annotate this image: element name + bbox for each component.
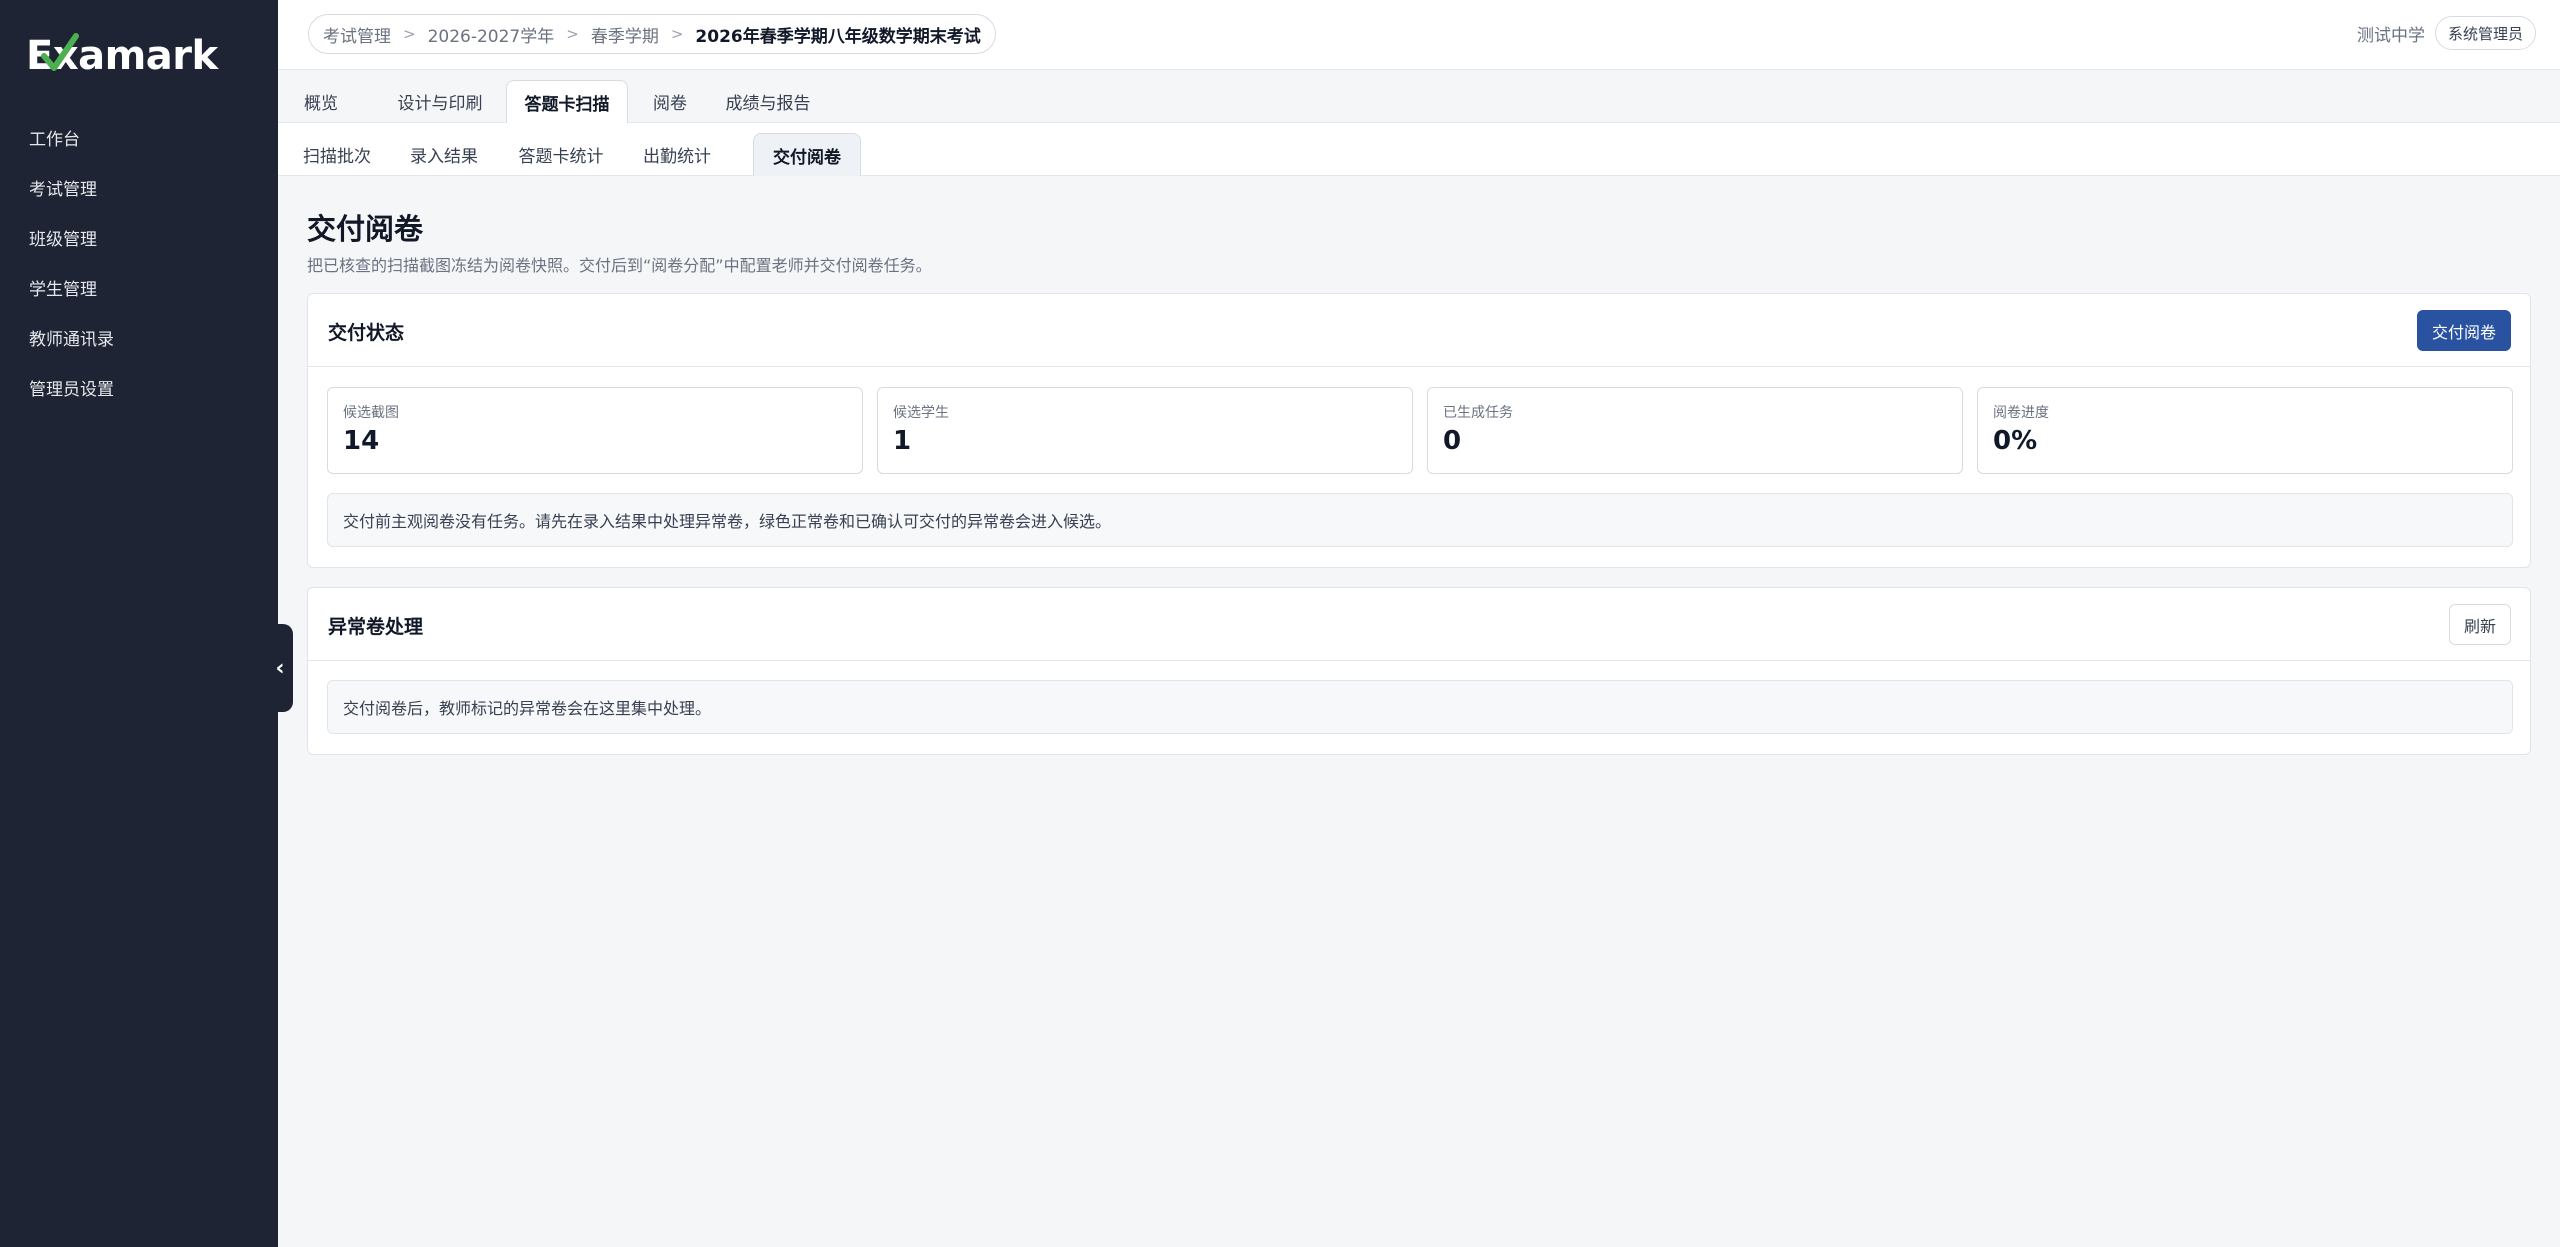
stat-label: 候选截图 xyxy=(343,405,399,421)
tab-design-print[interactable]: 设计与印刷 xyxy=(388,80,492,123)
page-title: 交付阅卷 xyxy=(307,212,424,246)
app-logo[interactable]: Examark xyxy=(26,28,226,84)
exception-handling-card: 异常卷处理 刷新 交付阅卷后，教师标记的异常卷会在这里集中处理。 xyxy=(307,587,2531,755)
main-tabs: 概览 设计与印刷 答题卡扫描 阅卷 成绩与报告 xyxy=(278,70,2560,124)
sub-tabs: 扫描批次 录入结果 答题卡统计 出勤统计 交付阅卷 xyxy=(278,123,2560,176)
breadcrumb-separator: > xyxy=(670,25,684,43)
stat-generated-tasks: 已生成任务 0 xyxy=(1427,387,1963,474)
page-description: 把已核查的扫描截图冻结为阅卷快照。交付后到“阅卷分配”中配置老师并交付阅卷任务。 xyxy=(307,256,932,275)
sidebar-item-class-management[interactable]: 班级管理 xyxy=(0,212,278,262)
delivery-status-card: 交付状态 交付阅卷 候选截图 14 候选学生 1 已生成任务 0 阅卷进度 0%… xyxy=(307,293,2531,568)
subtab-entry-results[interactable]: 录入结果 xyxy=(403,133,485,176)
stat-marking-progress: 阅卷进度 0% xyxy=(1977,387,2513,474)
breadcrumb-separator: > xyxy=(403,25,416,43)
subtab-sheet-statistics[interactable]: 答题卡统计 xyxy=(510,133,612,176)
role-badge[interactable]: 系统管理员 xyxy=(2434,16,2536,50)
breadcrumb-separator: > xyxy=(566,25,579,43)
breadcrumb-item[interactable]: 春季学期 xyxy=(591,22,659,47)
tab-answer-sheet-scan[interactable]: 答题卡扫描 xyxy=(506,80,628,124)
tab-marking[interactable]: 阅卷 xyxy=(640,80,700,123)
stat-value: 0 xyxy=(1443,426,1462,456)
subtab-scan-batches[interactable]: 扫描批次 xyxy=(296,133,378,176)
stat-label: 阅卷进度 xyxy=(1993,405,2049,421)
stat-value: 0% xyxy=(1993,426,2038,456)
stat-label: 候选学生 xyxy=(893,405,949,421)
card-title: 交付状态 xyxy=(328,322,405,344)
deliver-marking-button[interactable]: 交付阅卷 xyxy=(2416,310,2511,351)
breadcrumb-item[interactable]: 考试管理 xyxy=(323,22,391,47)
stat-value: 1 xyxy=(893,426,912,456)
sidebar-item-teacher-directory[interactable]: 教师通讯录 xyxy=(0,312,278,362)
card-header: 异常卷处理 刷新 xyxy=(308,588,2530,661)
subtab-deliver-marking[interactable]: 交付阅卷 xyxy=(753,133,861,176)
delivery-notice: 交付前主观阅卷没有任务。请先在录入结果中处理异常卷，绿色正常卷和已确认可交付的异… xyxy=(327,493,2513,547)
subtab-attendance-statistics[interactable]: 出勤统计 xyxy=(636,133,718,176)
stat-candidate-screenshots: 候选截图 14 xyxy=(327,387,863,474)
sidebar-collapse-button[interactable]: ‹ xyxy=(267,624,293,712)
sidebar-item-student-management[interactable]: 学生管理 xyxy=(0,262,278,312)
card-header: 交付状态 交付阅卷 xyxy=(308,294,2530,367)
breadcrumb-current: 2026年春季学期八年级数学期末考试 xyxy=(695,26,981,47)
tab-scores-reports[interactable]: 成绩与报告 xyxy=(715,80,821,123)
top-header: 考试管理 > 2026-2027学年 > 春季学期 > 2026年春季学期八年级… xyxy=(278,0,2560,70)
sidebar: Examark 工作台 考试管理 班级管理 学生管理 教师通讯录 管理员设置 xyxy=(0,0,278,1247)
exception-notice: 交付阅卷后，教师标记的异常卷会在这里集中处理。 xyxy=(327,680,2513,734)
breadcrumb: 考试管理 > 2026-2027学年 > 春季学期 > 2026年春季学期八年级… xyxy=(308,14,996,54)
school-name: 测试中学 xyxy=(2356,25,2425,46)
sidebar-item-exam-management[interactable]: 考试管理 xyxy=(0,162,278,212)
tab-overview[interactable]: 概览 xyxy=(296,80,346,123)
chevron-left-icon: ‹ xyxy=(275,655,285,681)
stat-candidate-students: 候选学生 1 xyxy=(877,387,1413,474)
sidebar-item-admin-settings[interactable]: 管理员设置 xyxy=(0,362,278,412)
card-title: 异常卷处理 xyxy=(328,616,424,638)
stats-row: 候选截图 14 候选学生 1 已生成任务 0 阅卷进度 0% xyxy=(327,387,2513,474)
user-info: 测试中学 系统管理员 xyxy=(2357,16,2536,50)
checkmark-icon xyxy=(41,33,79,71)
breadcrumb-item[interactable]: 2026-2027学年 xyxy=(428,22,555,47)
sidebar-item-workbench[interactable]: 工作台 xyxy=(0,112,278,162)
stat-label: 已生成任务 xyxy=(1443,405,1513,421)
sidebar-nav: 工作台 考试管理 班级管理 学生管理 教师通讯录 管理员设置 xyxy=(0,112,278,412)
refresh-button[interactable]: 刷新 xyxy=(2448,604,2511,645)
stat-value: 14 xyxy=(343,426,380,456)
